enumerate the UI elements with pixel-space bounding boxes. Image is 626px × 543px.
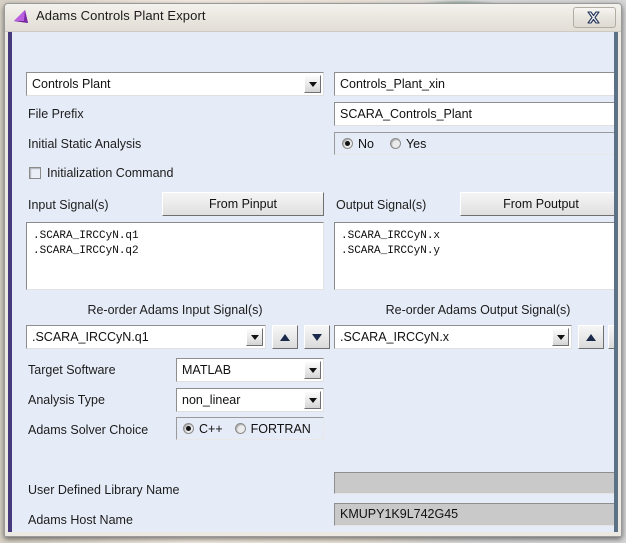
reorder-output-title: Re-order Adams Output Signal(s) [385,303,571,317]
from-pinput-button[interactable]: From Pinput [162,192,324,216]
output-signals-listbox[interactable]: .SCARA_IRCCyN.x .SCARA_IRCCyN.y [334,222,614,290]
plant-type-value: Controls Plant [32,77,111,91]
initialization-command-label: Initialization Command [47,166,174,180]
reorder-output-move-down-button[interactable] [608,325,618,349]
radio-dot-icon [389,138,401,149]
checkbox-box-icon [29,167,41,179]
up-arrow-icon [280,333,290,341]
target-software-combo[interactable]: MATLAB [176,358,324,382]
title-bar[interactable]: Adams Controls Plant Export [5,4,621,32]
input-signals-label: Input Signal(s) [28,198,109,212]
close-button[interactable] [573,7,616,28]
initial-static-analysis-label: Initial Static Analysis [28,137,142,151]
list-item[interactable]: .SCARA_IRCCyN.q2 [33,244,323,259]
user-defined-library-name-label: User Defined Library Name [28,483,180,497]
plant-name-input[interactable]: Controls_Plant_xin [334,72,614,96]
initial-static-analysis-radiogroup: No Yes [334,132,614,155]
adams-host-name-value: KMUPY1K9L742G45 [340,507,459,522]
dialog-client-area: Controls Plant Controls_Plant_xin File P… [8,32,618,532]
input-signals-listbox[interactable]: .SCARA_IRCCyN.q1 .SCARA_IRCCyN.q2 [26,222,324,290]
chevron-down-icon[interactable] [304,75,321,93]
from-pinput-label: From Pinput [208,197,278,211]
plant-type-combo[interactable]: Controls Plant [26,72,324,96]
list-item[interactable]: .SCARA_IRCCyN.q1 [33,229,323,244]
initial-static-radio-yes[interactable]: Yes [389,136,427,151]
target-software-label: Target Software [28,363,116,377]
reorder-input-move-down-button[interactable] [304,325,330,349]
reorder-output-move-up-button[interactable] [578,325,604,349]
radio-dot-icon [234,423,246,434]
adams-controls-plant-export-window: Adams Controls Plant Export Controls Pla… [4,3,622,537]
reorder-input-move-up-button[interactable] [272,325,298,349]
solver-radio-fortran[interactable]: FORTRAN [234,421,311,436]
from-poutput-label: From Poutput [503,197,579,211]
adams-host-name-label: Adams Host Name [28,513,133,527]
radio-dot-icon [183,423,194,434]
chevron-down-icon[interactable] [304,391,321,409]
down-arrow-icon [312,333,322,341]
initial-static-no-label: No [358,136,374,151]
reorder-output-combo[interactable]: .SCARA_IRCCyN.x [334,325,572,349]
analysis-type-combo[interactable]: non_linear [176,388,324,412]
plant-name-value: Controls_Plant_xin [340,76,445,91]
solver-radio-cpp[interactable]: C++ [183,422,223,436]
close-icon [587,11,600,24]
from-poutput-button[interactable]: From Poutput [460,192,614,216]
adams-logo-icon [14,10,28,23]
chevron-down-icon[interactable] [246,328,263,346]
solver-cpp-label: C++ [199,421,223,436]
down-arrow-icon [616,334,618,341]
adams-host-name-input[interactable]: KMUPY1K9L742G45 [334,503,614,526]
dialog-inner: Controls Plant Controls_Plant_xin File P… [16,32,614,532]
analysis-type-value: non_linear [182,393,241,407]
adams-solver-choice-label: Adams Solver Choice [28,423,149,437]
up-arrow-icon [586,333,596,341]
initial-static-yes-label: Yes [405,136,427,151]
output-signals-label: Output Signal(s) [336,198,427,212]
reorder-input-value: .SCARA_IRCCyN.q1 [32,330,149,344]
initial-static-radio-no[interactable]: No [342,137,374,151]
chevron-down-icon[interactable] [552,328,569,346]
analysis-type-label: Analysis Type [28,393,105,407]
reorder-input-combo[interactable]: .SCARA_IRCCyN.q1 [26,325,266,349]
radio-dot-icon [342,138,353,149]
chevron-down-icon[interactable] [304,361,321,379]
initialization-command-checkbox[interactable]: Initialization Command [29,166,173,180]
window-title: Adams Controls Plant Export [36,8,206,23]
file-prefix-label: File Prefix [28,107,84,121]
target-software-value: MATLAB [182,363,232,377]
list-item[interactable]: .SCARA_IRCCyN.y [341,244,614,259]
file-prefix-value: SCARA_Controls_Plant [340,106,473,121]
user-defined-library-name-input[interactable] [334,472,614,494]
adams-solver-choice-radiogroup: C++ FORTRAN [176,417,324,440]
reorder-input-title: Re-order Adams Input Signal(s) [87,303,263,317]
list-item[interactable]: .SCARA_IRCCyN.x [341,229,614,244]
solver-fortran-label: FORTRAN [250,421,311,436]
reorder-output-value: .SCARA_IRCCyN.x [340,330,450,344]
file-prefix-input[interactable]: SCARA_Controls_Plant [334,102,614,126]
